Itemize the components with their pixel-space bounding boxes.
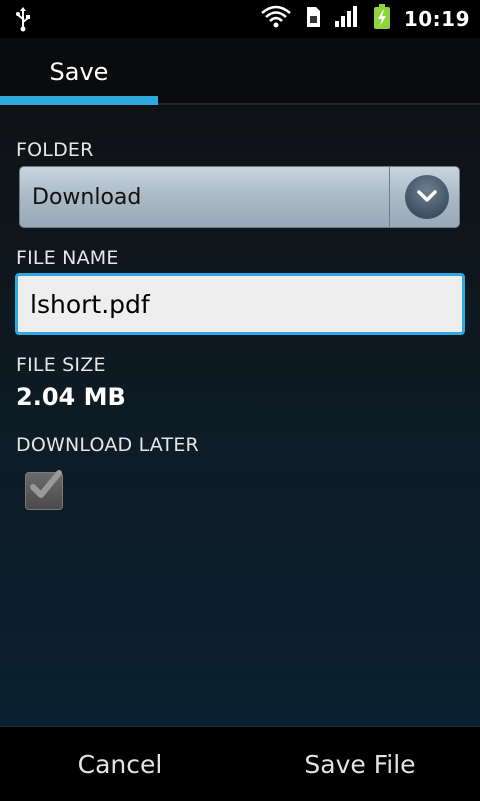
wifi-icon bbox=[260, 4, 292, 34]
folder-selected-value: Download bbox=[32, 184, 142, 210]
battery-charging-icon bbox=[372, 3, 392, 35]
clock: 10:19 bbox=[403, 7, 470, 31]
save-form: FOLDER Download FILE NAME lshort.pdf FIL… bbox=[0, 106, 480, 726]
sim-icon bbox=[304, 4, 322, 34]
dropdown-toggle-button[interactable] bbox=[405, 175, 449, 219]
status-bar: 10:19 bbox=[0, 0, 480, 38]
action-bar: Cancel Save File bbox=[0, 726, 480, 800]
download-later-label: DOWNLOAD LATER bbox=[16, 434, 199, 456]
save-file-button[interactable]: Save File bbox=[240, 727, 480, 801]
chevron-down-icon bbox=[416, 188, 438, 207]
dropdown-divider bbox=[389, 167, 390, 227]
tab-bar: Save bbox=[0, 38, 480, 106]
file-size-label: FILE SIZE bbox=[16, 354, 106, 376]
usb-icon bbox=[14, 7, 32, 36]
file-size-value: 2.04 MB bbox=[16, 383, 126, 411]
folder-dropdown[interactable]: Download bbox=[19, 166, 460, 228]
folder-label: FOLDER bbox=[16, 139, 94, 161]
download-later-checkbox[interactable] bbox=[25, 470, 63, 510]
file-name-input[interactable]: lshort.pdf bbox=[15, 273, 465, 335]
signal-icon bbox=[334, 4, 360, 34]
cancel-button[interactable]: Cancel bbox=[0, 727, 240, 801]
tab-selected-indicator bbox=[0, 96, 158, 105]
file-name-label: FILE NAME bbox=[16, 247, 119, 269]
